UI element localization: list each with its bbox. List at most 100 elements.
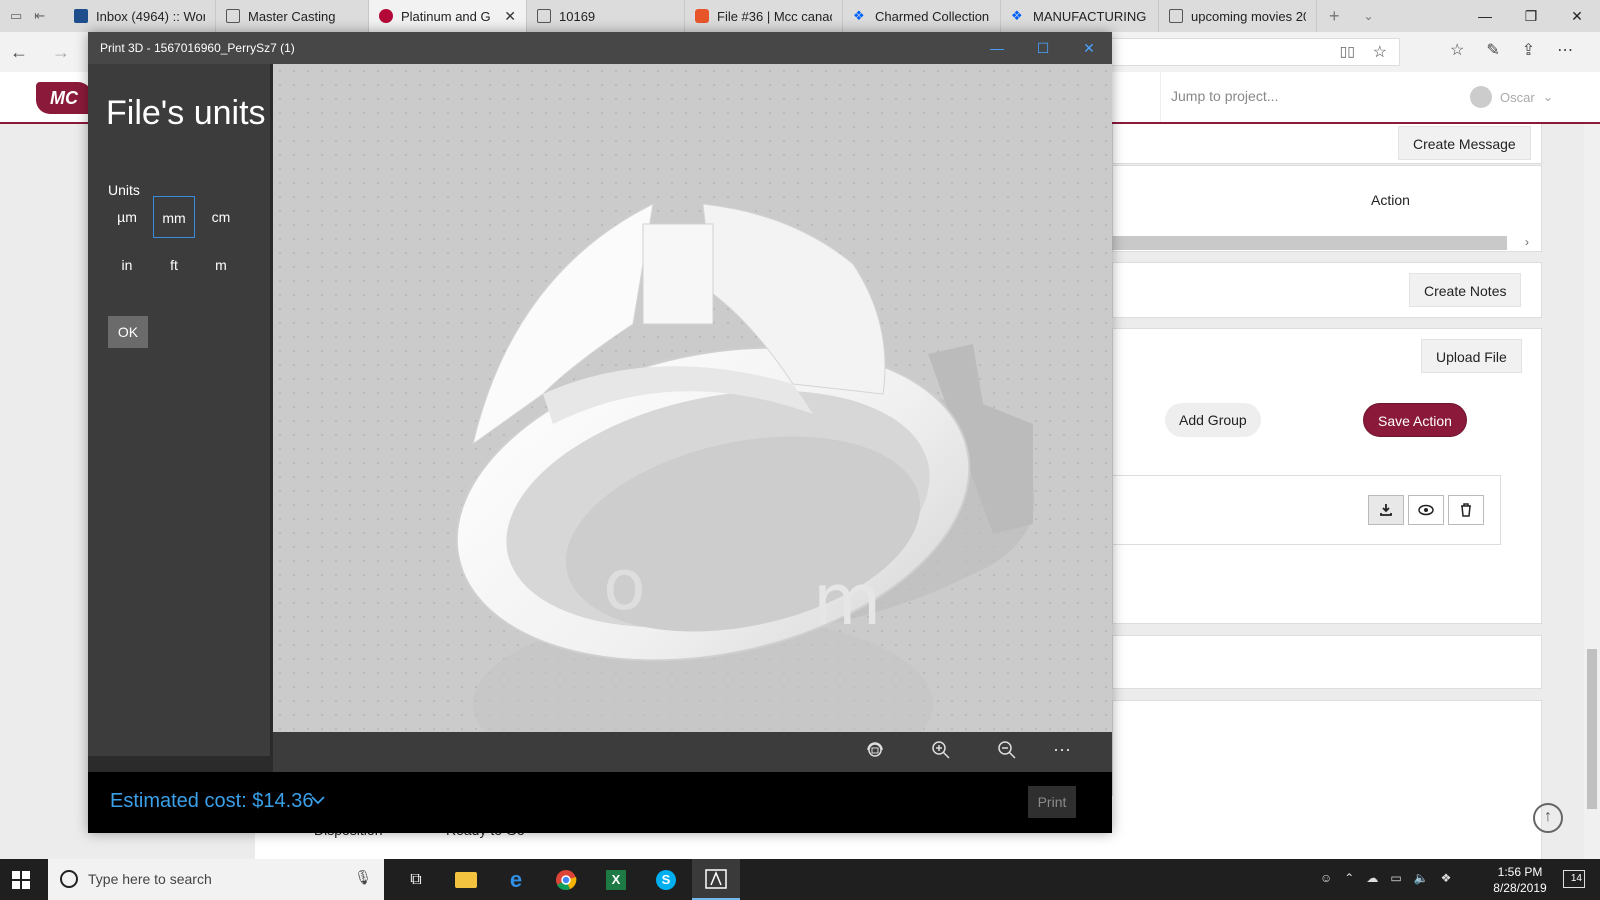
tab-charmed[interactable]: ❖ Charmed Collection: [843, 0, 1001, 32]
tab-master-casting[interactable]: Master Casting: [216, 0, 369, 32]
reading-view-icon[interactable]: ▯▯: [1340, 43, 1355, 60]
volume-icon[interactable]: 🔈: [1414, 871, 1429, 885]
system-clock[interactable]: 1:56 PM 8/28/2019: [1480, 864, 1560, 896]
windows-start-icon[interactable]: [12, 871, 30, 889]
unit-option-in[interactable]: in: [106, 244, 148, 286]
restore-icon[interactable]: ❐: [1508, 8, 1554, 25]
people-icon[interactable]: ☺: [1320, 871, 1332, 885]
cortana-icon: [60, 870, 78, 888]
share-icon[interactable]: ⇪: [1522, 40, 1535, 60]
more-options-icon[interactable]: ⋯: [1053, 740, 1077, 764]
chevron-right-icon[interactable]: ›: [1525, 235, 1529, 249]
unit-option-cm[interactable]: cm: [200, 196, 242, 238]
microphone-icon[interactable]: 🎙: [354, 869, 372, 886]
favorites-hub-icon[interactable]: ☆: [1450, 40, 1464, 60]
details-card: [1112, 700, 1542, 860]
file-explorer-icon[interactable]: [442, 859, 490, 900]
pen-icon[interactable]: ✎: [1486, 40, 1499, 60]
scrollbar-thumb[interactable]: [1587, 649, 1597, 809]
task-view-icon[interactable]: ⧉: [392, 859, 440, 900]
user-name: Oscar: [1500, 89, 1535, 105]
tab-upcoming-movies[interactable]: upcoming movies 20: [1159, 0, 1317, 32]
eye-icon[interactable]: [1408, 495, 1444, 525]
print-3d-taskbar-icon[interactable]: [692, 859, 740, 900]
jump-to-project-input[interactable]: Jump to project...: [1160, 72, 1460, 122]
chevron-down-icon[interactable]: [310, 792, 326, 808]
3d-viewport[interactable]: o m: [273, 64, 1112, 732]
view-reset-icon[interactable]: [865, 740, 889, 764]
chrome-icon[interactable]: [542, 859, 590, 900]
engraving: o: [603, 544, 646, 626]
tab-preview-chevron-icon[interactable]: ⌄: [1352, 9, 1386, 23]
url-field[interactable]: ▯▯ ☆: [1090, 38, 1400, 66]
set-tabs-aside-icon[interactable]: ⇤: [34, 8, 45, 24]
tab-10169[interactable]: 10169: [527, 0, 685, 32]
svg-text:m: m: [813, 559, 881, 641]
save-action-button[interactable]: Save Action: [1363, 403, 1467, 437]
site-icon: [379, 9, 393, 23]
search-placeholder: Type here to search: [88, 871, 212, 887]
favorite-star-icon[interactable]: ☆: [1373, 42, 1387, 62]
ok-button[interactable]: OK: [108, 316, 148, 348]
close-icon[interactable]: ✕: [1554, 8, 1600, 25]
back-icon[interactable]: ←: [10, 42, 28, 63]
site-logo[interactable]: MC: [36, 82, 92, 114]
mail-icon: [74, 9, 88, 23]
create-message-button[interactable]: Create Message: [1398, 126, 1531, 160]
dropbox-tray-icon[interactable]: ❖: [1441, 871, 1452, 885]
scroll-to-top-icon[interactable]: ↑: [1533, 803, 1563, 833]
page-vertical-scrollbar[interactable]: [1584, 124, 1600, 859]
unit-option-ft[interactable]: ft: [153, 244, 195, 286]
tab-manufacturing[interactable]: ❖ MANUFACTURING A: [1001, 0, 1159, 32]
user-menu[interactable]: Oscar ⌄: [1470, 86, 1554, 108]
tab-label: Platinum and Go: [401, 8, 491, 24]
print-3d-window: Print 3D - 1567016960_PerrySz7 (1) — ☐ ✕…: [88, 32, 1112, 833]
unit-option-um[interactable]: µm: [106, 196, 148, 238]
network-icon[interactable]: ▭: [1390, 871, 1401, 885]
forward-icon[interactable]: →: [52, 42, 70, 63]
clock-time: 1:56 PM: [1497, 865, 1543, 879]
chevron-down-icon: ⌄: [1542, 89, 1554, 104]
onedrive-icon[interactable]: ☁: [1366, 871, 1378, 885]
tabs-aside-icon[interactable]: ▭: [10, 8, 22, 24]
minimize-icon[interactable]: —: [974, 32, 1020, 64]
tab-actions: ▭ ⇤: [0, 8, 64, 24]
minimize-icon[interactable]: —: [1462, 8, 1508, 25]
tab-platinum[interactable]: Platinum and Go ✕: [369, 0, 527, 32]
section-card: [1112, 635, 1542, 689]
chevron-up-icon[interactable]: ⌃: [1344, 871, 1354, 885]
print-3d-window-controls: — ☐ ✕: [974, 32, 1112, 64]
create-notes-button[interactable]: Create Notes: [1409, 273, 1522, 307]
notes-card: Create Notes: [1112, 262, 1542, 318]
print-3d-titlebar: Print 3D - 1567016960_PerrySz7 (1) — ☐ ✕: [88, 32, 1112, 64]
add-group-button[interactable]: Add Group: [1165, 403, 1261, 437]
upload-file-button[interactable]: Upload File: [1421, 339, 1522, 373]
trash-icon[interactable]: [1448, 495, 1484, 525]
tab-inbox[interactable]: Inbox (4964) :: Work:: [64, 0, 216, 32]
action-center-icon[interactable]: 14: [1563, 870, 1585, 888]
skype-icon[interactable]: S: [642, 859, 690, 900]
excel-icon[interactable]: X: [592, 859, 640, 900]
estimated-cost[interactable]: Estimated cost: $14.36: [110, 790, 313, 813]
new-tab-icon[interactable]: +: [1317, 6, 1352, 27]
more-icon[interactable]: ⋯: [1557, 40, 1573, 60]
close-tab-icon[interactable]: ✕: [504, 8, 516, 25]
maximize-icon[interactable]: ☐: [1020, 32, 1066, 64]
horizontal-scrollbar[interactable]: ›: [1112, 235, 1529, 250]
zoom-out-icon[interactable]: [997, 740, 1021, 764]
edge-icon[interactable]: e: [492, 859, 540, 900]
browser-tools: ☆ ✎ ⇪ ⋯: [1450, 40, 1573, 60]
unit-option-mm[interactable]: mm: [153, 196, 195, 238]
unit-option-m[interactable]: m: [200, 244, 242, 286]
message-card: Create Message: [1112, 124, 1542, 164]
zoom-in-icon[interactable]: [931, 740, 955, 764]
tab-label: 10169: [559, 8, 596, 24]
units-panel: File's units Units µm mm cm in ft m OK: [88, 64, 272, 756]
close-icon[interactable]: ✕: [1066, 32, 1112, 64]
download-icon[interactable]: [1368, 495, 1404, 525]
print-button[interactable]: Print: [1028, 786, 1076, 818]
tab-label: Inbox (4964) :: Work:: [96, 8, 205, 24]
tab-file-36[interactable]: File #36 | Mcc canad: [685, 0, 843, 32]
taskbar-search-box[interactable]: Type here to search 🎙: [48, 859, 384, 900]
clock-date: 8/28/2019: [1493, 881, 1547, 895]
